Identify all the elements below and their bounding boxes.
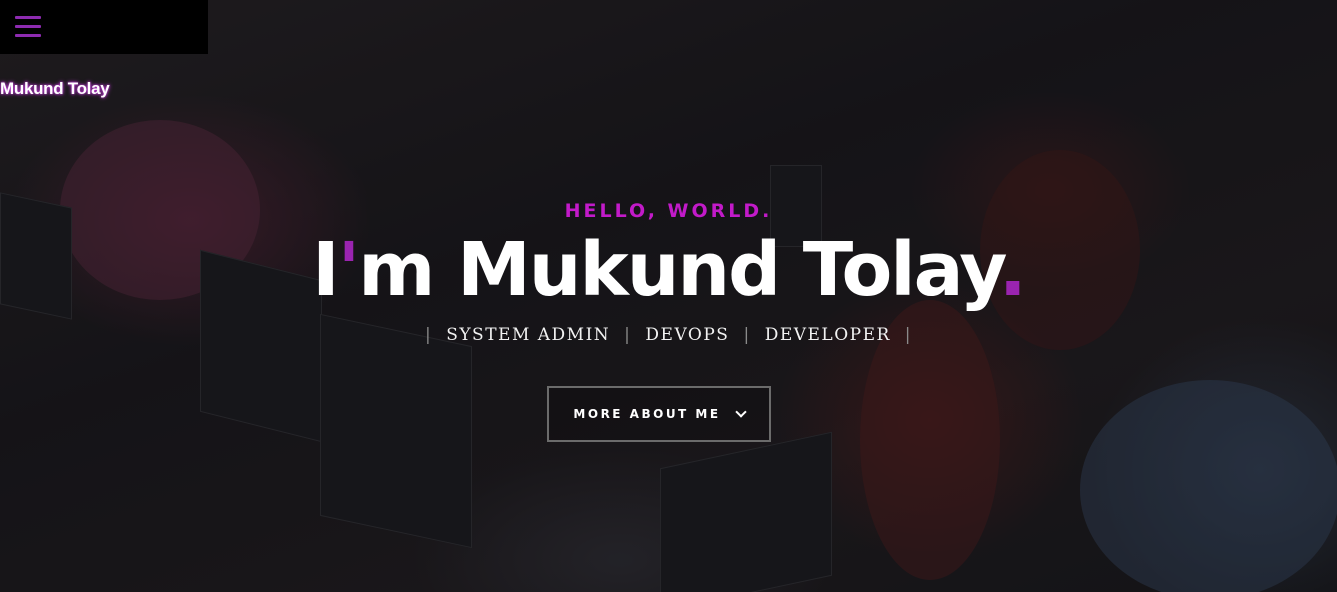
role-item: SYSTEM ADMIN — [446, 325, 611, 345]
role-item: DEVELOPER — [764, 325, 891, 345]
headline-prefix: I — [312, 227, 340, 313]
headline: I'm Mukund Tolay. — [0, 222, 1337, 318]
role-separator: | — [424, 325, 433, 345]
role-separator: | — [743, 325, 751, 345]
chevron-down-icon — [734, 406, 747, 418]
roles-list: | SYSTEM ADMIN | DEVOPS | DEVELOPER | — [0, 325, 1337, 345]
headline-name: m Mukund Tolay — [358, 227, 1000, 313]
more-about-me-button[interactable]: MORE ABOUT ME — [547, 386, 771, 442]
intro-content: HELLO, WORLD. I'm Mukund Tolay. | SYSTEM … — [0, 0, 1337, 592]
hero-section: Mukund Tolay HELLO, WORLD. I'm Mukund To… — [0, 0, 1337, 592]
more-about-me-label: MORE ABOUT ME — [573, 407, 721, 421]
role-item: DEVOPS — [645, 325, 730, 345]
greeting-text: HELLO, WORLD. — [564, 200, 773, 222]
role-separator: | — [624, 325, 632, 345]
role-separator: | — [904, 325, 913, 345]
headline-apostrophe: ' — [337, 227, 361, 313]
headline-dot: . — [998, 227, 1027, 313]
